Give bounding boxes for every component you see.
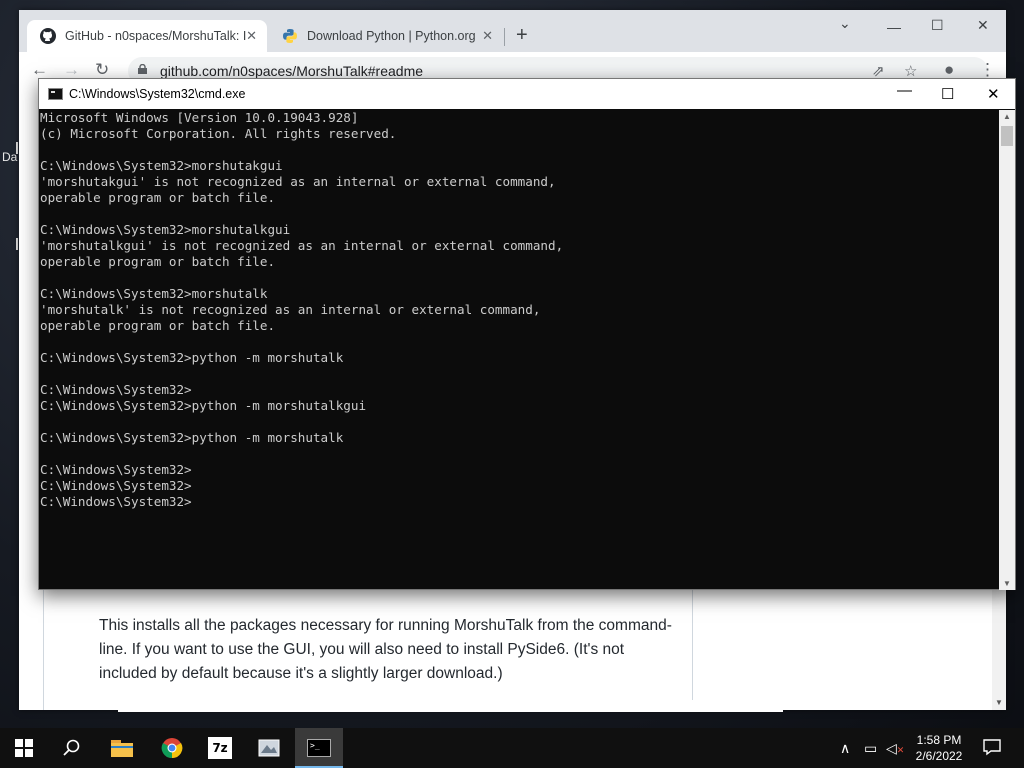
- cmd-app-icon: [48, 88, 63, 100]
- cmd-scrollbar[interactable]: ▲ ▼: [999, 110, 1015, 590]
- desktop-icon-fragment: [16, 238, 18, 250]
- network-icon[interactable]: ▭: [864, 740, 877, 757]
- close-tab-icon[interactable]: ✕: [246, 28, 257, 44]
- menu-icon[interactable]: ⋮: [979, 60, 996, 80]
- tab-github[interactable]: GitHub - n0spaces/MorshuTalk: I ✕: [27, 20, 267, 52]
- chrome-icon[interactable]: [148, 728, 196, 768]
- app-icon[interactable]: [245, 728, 293, 768]
- desktop-icons-edge: Da: [2, 142, 18, 250]
- taskbar: 7z >_ ∧ ▭ ◁✕ 1:58 PM 2/6/2022: [0, 728, 1024, 768]
- tab-title: GitHub - n0spaces/MorshuTalk: I: [65, 29, 247, 43]
- lock-icon: [138, 64, 147, 74]
- profile-avatar-icon[interactable]: ●: [944, 60, 954, 80]
- scroll-down-arrow-icon[interactable]: ▼: [995, 698, 1003, 707]
- cmd-window: C:\Windows\System32\cmd.exe — ☐ ✕ Micros…: [38, 78, 1016, 590]
- back-icon[interactable]: ←: [31, 60, 48, 80]
- file-explorer-icon[interactable]: [98, 728, 146, 768]
- clock-date: 2/6/2022: [915, 749, 963, 763]
- window-shadow-strip: [118, 700, 783, 712]
- forward-icon[interactable]: →: [63, 60, 80, 80]
- tab-python[interactable]: Download Python | Python.org ✕: [269, 20, 503, 52]
- minimize-icon[interactable]: —: [887, 19, 901, 35]
- desktop-icon-fragment: [16, 142, 18, 154]
- readme-paragraph: This installs all the packages necessary…: [99, 617, 672, 682]
- volume-muted-icon[interactable]: ◁✕: [886, 740, 904, 757]
- new-tab-button[interactable]: +: [516, 24, 528, 47]
- notifications-icon[interactable]: [983, 738, 1001, 761]
- scroll-thumb[interactable]: [1001, 126, 1013, 146]
- scroll-up-arrow-icon[interactable]: ▲: [1003, 112, 1011, 121]
- cmd-minimize-icon[interactable]: —: [897, 82, 912, 99]
- console-output[interactable]: Microsoft Windows [Version 10.0.19043.92…: [40, 110, 1000, 590]
- reload-icon[interactable]: ↻: [95, 60, 109, 80]
- show-hidden-icons-icon[interactable]: ∧: [840, 740, 850, 757]
- python-icon: [281, 27, 299, 45]
- cmd-close-icon[interactable]: ✕: [987, 85, 1000, 103]
- url-text: github.com/n0spaces/MorshuTalk#readme: [160, 63, 424, 79]
- clock-time: 1:58 PM: [916, 733, 962, 747]
- cmd-title: C:\Windows\System32\cmd.exe: [69, 87, 246, 101]
- maximize-icon[interactable]: ☐: [931, 17, 944, 34]
- tab-title: Download Python | Python.org: [307, 29, 476, 43]
- start-icon[interactable]: [0, 728, 48, 768]
- github-icon: [39, 27, 57, 45]
- cmd-titlebar[interactable]: C:\Windows\System32\cmd.exe — ☐ ✕: [39, 79, 1015, 109]
- scroll-down-arrow-icon[interactable]: ▼: [1003, 579, 1011, 588]
- clock[interactable]: 1:58 PM 2/6/2022: [905, 732, 973, 764]
- search-icon[interactable]: [48, 728, 96, 768]
- 7zip-icon[interactable]: 7z: [196, 728, 244, 768]
- cmd-icon[interactable]: >_: [295, 728, 343, 768]
- close-icon[interactable]: ✕: [977, 17, 989, 34]
- tab-separator: [504, 28, 505, 46]
- tab-strip: GitHub - n0spaces/MorshuTalk: I ✕ Downlo…: [19, 10, 1006, 52]
- tab-search-icon[interactable]: ⌄: [839, 15, 851, 32]
- close-tab-icon[interactable]: ✕: [482, 28, 493, 44]
- cmd-maximize-icon[interactable]: ☐: [941, 85, 954, 103]
